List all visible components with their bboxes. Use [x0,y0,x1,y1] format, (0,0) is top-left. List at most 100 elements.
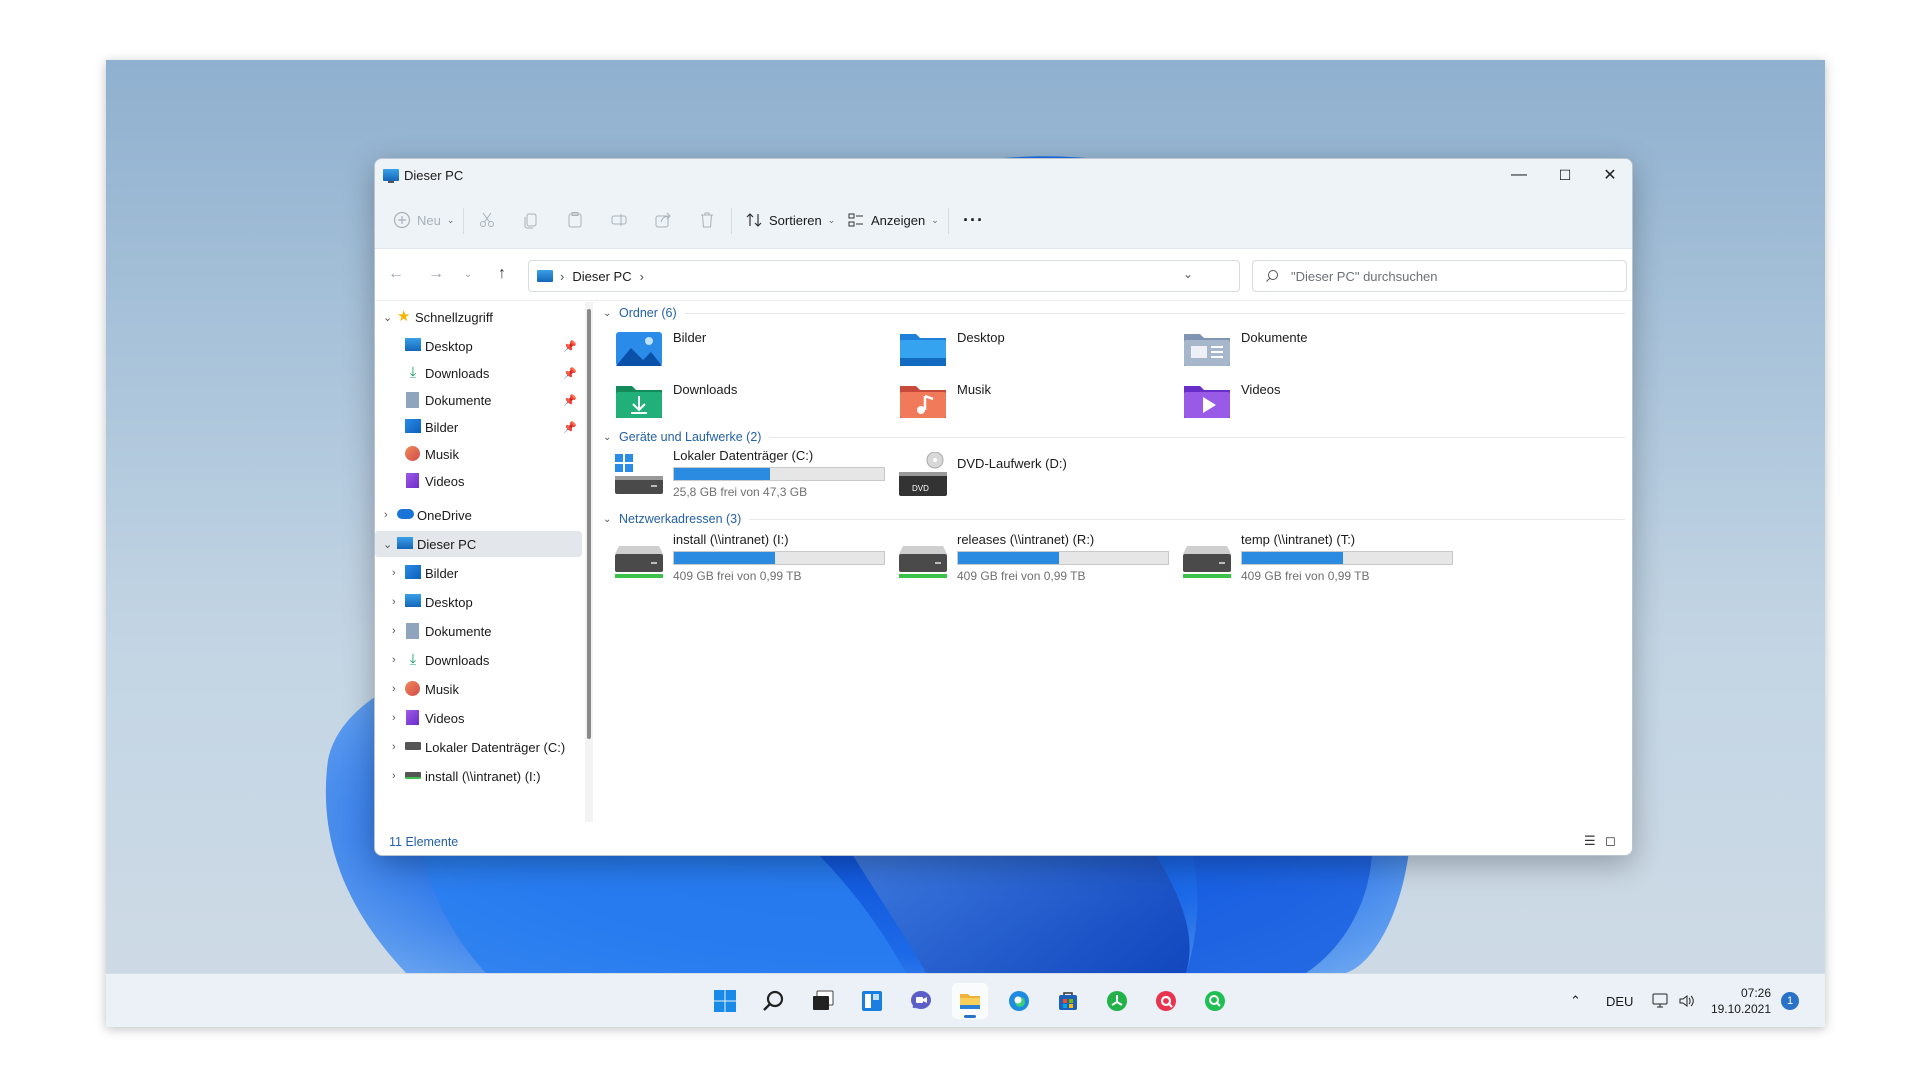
folder-tile-musik[interactable]: Musik [887,374,1167,424]
file-explorer-icon[interactable] [952,983,988,1019]
store-icon[interactable] [1050,983,1086,1019]
red-app-icon[interactable] [1148,983,1184,1019]
sidebar-item-pc-videos[interactable]: › Videos [375,705,582,731]
sort-button[interactable]: Sortieren ⌄ [745,206,835,234]
file-explorer-window: Dieser PC — ☐ ✕ Neu ⌄ Sortieren ⌄ Anzeig… [374,158,1633,856]
sidebar-label: Desktop [425,594,473,610]
maximize-button[interactable]: ☐ [1542,159,1588,191]
cut-button[interactable] [478,206,496,234]
minimize-button[interactable]: — [1496,159,1542,191]
chevron-right-icon[interactable]: › [392,770,396,782]
sidebar-item-quick-access[interactable]: ⌄ ★ Schnellzugriff [375,304,582,330]
chevron-right-icon[interactable]: › [392,654,396,666]
volume-icon[interactable] [1678,974,1696,1027]
folder-label: Desktop [957,330,1005,345]
widgets-icon[interactable] [854,983,890,1019]
sidebar-scrollbar-thumb[interactable] [587,309,591,739]
share-button[interactable] [654,206,672,234]
delete-button[interactable] [698,206,716,234]
sidebar-label: Desktop [425,338,473,354]
paste-button[interactable] [566,206,584,234]
group-header-devices[interactable]: ⌄ Geräte und Laufwerke (2) [603,426,1625,448]
start-icon[interactable] [707,983,743,1019]
drive-tile-dvd[interactable]: DVD DVD-Laufwerk (D:) [887,446,1167,502]
notification-badge[interactable]: 1 [1781,974,1799,1027]
breadcrumb-dieser-pc[interactable]: Dieser PC [572,269,631,284]
chevron-right-icon[interactable]: › [392,625,396,637]
copy-button[interactable] [522,206,540,234]
drive-usage-bar [673,551,885,565]
green-search-app-icon[interactable] [1197,983,1233,1019]
network-drive-tile-temp[interactable]: temp (\\intranet) (T:) 409 GB frei von 0… [1171,530,1453,586]
sidebar-item-pc-documents[interactable]: › Dokumente [375,618,582,644]
sidebar-item-videos[interactable]: Videos [375,468,582,494]
drive-label: install (\\intranet) (I:) [673,532,789,547]
chevron-down-icon: ⌄ [603,431,612,443]
group-divider [684,312,1625,314]
chevron-right-icon[interactable]: › [392,683,396,695]
drive-icon [405,742,421,750]
chevron-right-icon[interactable]: › [392,596,396,608]
search-icon[interactable] [756,983,792,1019]
edge-icon[interactable] [1001,983,1037,1019]
language-indicator[interactable]: DEU [1606,974,1633,1027]
chevron-down-icon[interactable]: ⌄ [383,538,392,551]
sidebar-item-install-drive[interactable]: › install (\\intranet) (I:) [375,763,582,789]
folder-tile-desktop[interactable]: Desktop [887,322,1167,372]
teams-chat-icon[interactable] [903,983,939,1019]
more-options-button[interactable]: ··· [963,206,984,234]
address-bar[interactable]: › Dieser PC › ⌄ [528,260,1240,292]
drive-free-space: 409 GB frei von 0,99 TB [1241,569,1370,583]
search-input[interactable]: "Dieser PC" durchsuchen [1252,260,1627,292]
network-drive-tile-install[interactable]: install (\\intranet) (I:) 409 GB frei vo… [603,530,885,586]
sidebar-item-pictures[interactable]: Bilder 📌 [375,414,582,440]
folder-tile-dokumente[interactable]: Dokumente [1171,322,1451,372]
sidebar-item-this-pc[interactable]: ⌄ Dieser PC [375,531,582,557]
pin-icon: 📌 [563,340,577,353]
tiles-view-icon[interactable]: ◻ [1605,833,1621,849]
forward-arrow-icon[interactable]: → [425,265,447,283]
sidebar-item-onedrive[interactable]: › OneDrive [375,502,582,528]
pin-icon: 📌 [563,367,577,380]
sidebar-item-pc-desktop[interactable]: › Desktop [375,589,582,615]
close-button[interactable]: ✕ [1587,159,1632,191]
chevron-right-icon[interactable]: › [392,712,396,724]
chevron-right-icon[interactable]: › [392,741,396,753]
details-view-icon[interactable]: ☰ [1584,833,1600,849]
group-header-folders[interactable]: ⌄ Ordner (6) [603,302,1625,324]
sidebar-item-pc-downloads[interactable]: › ⤓ Downloads [375,647,582,673]
sidebar-label: Musik [425,446,459,462]
network-icon[interactable] [1652,974,1670,1027]
sidebar-item-pc-pictures[interactable]: › Bilder [375,560,582,586]
green-app-icon[interactable] [1099,983,1135,1019]
sidebar-item-pc-music[interactable]: › Musik [375,676,582,702]
up-arrow-icon[interactable]: ↑ [491,265,513,283]
sidebar-item-downloads[interactable]: ⤓ Downloads 📌 [375,360,582,386]
drive-usage-fill [674,468,770,480]
network-drive-tile-releases[interactable]: releases (\\intranet) (R:) 409 GB frei v… [887,530,1169,586]
group-header-network[interactable]: ⌄ Netzwerkadressen (3) [603,508,1625,530]
folder-tile-downloads[interactable]: Downloads [603,374,883,424]
chevron-down-icon[interactable]: ⌄ [383,311,392,324]
chevron-right-icon[interactable]: › [384,509,388,521]
rename-button[interactable] [610,206,628,234]
recent-locations-chevron-icon[interactable]: ⌄ [457,269,479,280]
clock[interactable]: 07:26 19.10.2021 [1711,974,1771,1027]
folder-label: Dokumente [1241,330,1308,345]
sidebar-item-local-disk[interactable]: › Lokaler Datenträger (C:) [375,734,582,760]
drive-tile-local-disk[interactable]: Lokaler Datenträger (C:) 25,8 GB frei vo… [603,446,885,502]
folder-tile-bilder[interactable]: Bilder [603,322,883,372]
sidebar-item-documents[interactable]: Dokumente 📌 [375,387,582,413]
chevron-down-icon: ⌄ [827,214,836,225]
task-view-icon[interactable] [805,983,841,1019]
back-arrow-icon[interactable]: ← [385,265,407,283]
view-button[interactable]: Anzeigen ⌄ [847,206,939,234]
sidebar-item-desktop[interactable]: Desktop 📌 [375,333,582,359]
sidebar-item-music[interactable]: Musik [375,441,582,467]
folder-tile-videos[interactable]: Videos [1171,374,1451,424]
new-button[interactable]: Neu ⌄ [393,206,454,234]
chevron-right-icon[interactable]: › [392,567,396,579]
desktop-icon [405,594,421,607]
address-dropdown-icon[interactable]: ⌄ [1183,267,1193,281]
tray-overflow-chevron-icon[interactable]: ⌃ [1570,974,1581,1027]
